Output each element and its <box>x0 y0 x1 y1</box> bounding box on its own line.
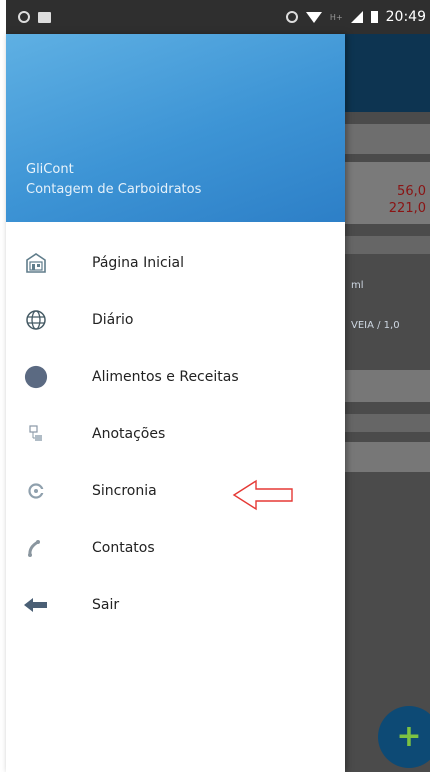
battery-icon <box>370 11 378 23</box>
home-icon <box>24 251 48 275</box>
background-card <box>345 124 430 154</box>
background-toolbar <box>345 34 430 112</box>
app-name: GliCont <box>26 162 74 177</box>
phone-icon <box>24 536 48 560</box>
add-fab-button[interactable]: + <box>378 706 430 768</box>
status-time: 20:49 <box>385 9 426 25</box>
circle-icon <box>24 365 48 389</box>
menu-item-notes[interactable]: Anotações <box>6 405 345 462</box>
menu-item-label: Anotações <box>92 425 166 442</box>
network-type: H+ <box>329 12 343 22</box>
menu-item-contacts[interactable]: Contatos <box>6 519 345 576</box>
menu-item-home[interactable]: Página Inicial <box>6 234 345 291</box>
menu-item-label: Alimentos e Receitas <box>92 368 239 385</box>
background-app: 56,0 221,0 ml VEIA / 1,0 + <box>345 34 430 772</box>
sync-icon <box>24 479 48 503</box>
background-input <box>345 442 430 472</box>
background-input <box>345 370 430 402</box>
menu-item-label: Sincronia <box>92 482 157 499</box>
wifi-icon <box>305 11 322 23</box>
background-text: ml <box>351 280 364 291</box>
alarm-icon <box>285 11 298 23</box>
status-bar: H+ 20:49 <box>6 0 430 34</box>
status-left <box>18 11 51 23</box>
menu-item-label: Contatos <box>92 539 155 556</box>
arrow-left-icon <box>24 593 48 617</box>
menu-item-label: Sair <box>92 596 120 613</box>
menu-item-label: Página Inicial <box>92 254 185 271</box>
menu-item-diary[interactable]: Diário <box>6 291 345 348</box>
menu-item-foods-recipes[interactable]: Alimentos e Receitas <box>6 348 345 405</box>
globe-icon <box>24 308 48 332</box>
alarm-icon <box>18 11 30 23</box>
menu-item-logout[interactable]: Sair <box>6 576 345 633</box>
background-value: 221,0 <box>388 201 426 216</box>
background-section-header <box>345 414 430 432</box>
background-text: VEIA / 1,0 <box>351 320 400 331</box>
annotation-arrow-icon <box>232 479 293 511</box>
drawer-header: GliCont Contagem de Carboidratos <box>6 34 345 222</box>
image-notification-icon <box>38 11 51 23</box>
menu-item-label: Diário <box>92 311 134 328</box>
background-value: 56,0 <box>397 184 426 199</box>
status-right: H+ 20:49 <box>285 9 426 25</box>
signal-icon <box>350 11 363 23</box>
drawer-menu: Página Inicial Diário Alimentos e Receit… <box>6 234 345 633</box>
notes-icon <box>24 422 48 446</box>
navigation-drawer: GliCont Contagem de Carboidratos Página … <box>6 34 345 772</box>
background-section-header <box>345 236 430 254</box>
app-subtitle: Contagem de Carboidratos <box>26 182 202 197</box>
